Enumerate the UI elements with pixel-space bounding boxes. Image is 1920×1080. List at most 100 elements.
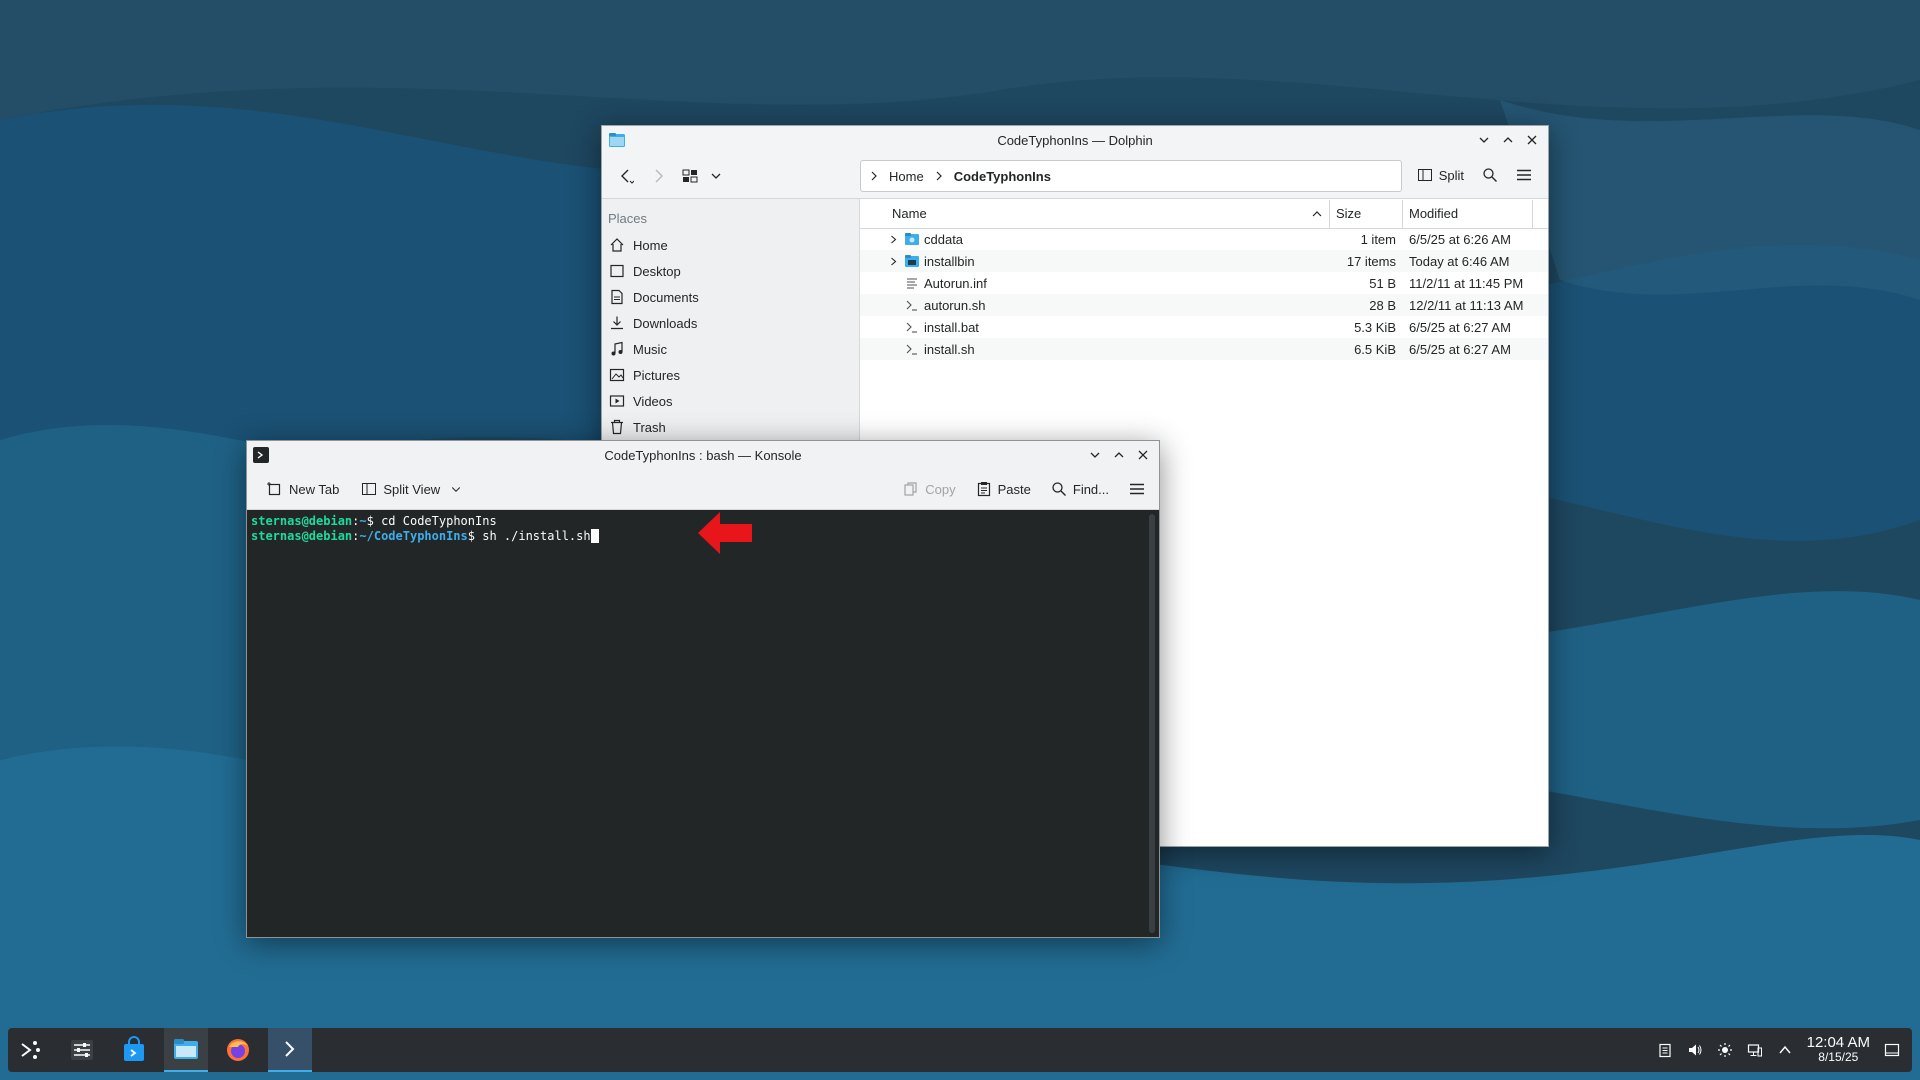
show-desktop-icon[interactable] (1884, 1042, 1900, 1058)
file-row-autorun-inf[interactable]: Autorun.inf 51 B 11/2/11 at 11:45 PM (860, 272, 1548, 294)
dolphin-taskbar-button[interactable] (164, 1028, 208, 1072)
file-name: autorun.sh (924, 297, 986, 313)
place-label: Videos (633, 393, 673, 409)
forward-button[interactable] (644, 162, 672, 190)
file-row-install-bat[interactable]: install.bat 5.3 KiB 6/5/25 at 6:27 AM (860, 316, 1548, 338)
maximize-button[interactable] (1498, 130, 1518, 150)
text-file-icon (904, 275, 920, 291)
discover-store-button[interactable] (112, 1028, 156, 1072)
dolphin-title: CodeTyphonIns — Dolphin (997, 132, 1153, 148)
brightness-icon[interactable] (1717, 1042, 1733, 1058)
file-modified: 12/2/11 at 11:13 AM (1409, 297, 1524, 313)
split-button[interactable]: Split (1411, 162, 1470, 188)
find-label: Find... (1072, 481, 1109, 497)
place-label: Trash (633, 419, 666, 435)
file-size: 28 B (1369, 297, 1396, 313)
app-launcher-icon (21, 1041, 40, 1059)
column-header-size[interactable]: Size (1330, 199, 1403, 228)
desktop-icon (610, 264, 624, 278)
place-documents[interactable]: Documents (602, 284, 859, 310)
file-modified: Today at 6:46 AM (1409, 253, 1510, 269)
konsole-taskbar-button[interactable] (268, 1028, 312, 1072)
volume-icon[interactable] (1687, 1042, 1703, 1058)
column-header-modified[interactable]: Modified (1403, 199, 1533, 228)
file-row-install-sh[interactable]: install.sh 6.5 KiB 6/5/25 at 6:27 AM (860, 338, 1548, 360)
clipboard-icon[interactable] (1657, 1042, 1673, 1058)
place-desktop[interactable]: Desktop (602, 258, 859, 284)
prompt-user: sternas@debian (251, 529, 353, 543)
place-label: Home (633, 237, 668, 253)
place-music[interactable]: Music (602, 336, 859, 362)
file-row-autorun-sh[interactable]: autorun.sh 28 B 12/2/11 at 11:13 AM (860, 294, 1548, 316)
chevron-up-icon[interactable] (1777, 1042, 1793, 1058)
view-mode-icon[interactable] (676, 162, 704, 190)
music-icon (611, 341, 623, 356)
find-button[interactable]: Find... (1045, 476, 1115, 502)
file-row-cddata[interactable]: cddata 1 item 6/5/25 at 6:26 AM (860, 228, 1548, 250)
hamburger-menu-button[interactable] (1123, 476, 1151, 502)
view-mode-dropdown-icon[interactable] (708, 162, 724, 190)
firefox-taskbar-button[interactable] (216, 1028, 260, 1072)
place-trash[interactable]: Trash (602, 414, 859, 440)
minimize-button[interactable] (1474, 130, 1494, 150)
pictures-icon (609, 368, 625, 382)
column-header-name[interactable]: Name (886, 199, 1330, 228)
search-button[interactable] (1476, 162, 1504, 188)
network-icon[interactable] (1747, 1042, 1763, 1058)
home-icon (610, 238, 624, 252)
terminal-output[interactable]: sternas@debian:~$ cd CodeTyphonIns stern… (247, 510, 1159, 937)
maximize-button[interactable] (1109, 445, 1129, 465)
breadcrumb-home[interactable]: Home (885, 167, 928, 186)
column-size-label: Size (1336, 206, 1362, 221)
paste-button[interactable]: Paste (970, 476, 1037, 502)
clock-time: 12:04 AM (1806, 1034, 1870, 1051)
breadcrumb-current[interactable]: CodeTyphonIns (950, 167, 1055, 186)
file-modified: 11/2/11 at 11:45 PM (1409, 275, 1524, 291)
firefox-icon (227, 1039, 249, 1061)
place-label: Desktop (633, 263, 681, 279)
file-name: installbin (924, 253, 975, 269)
new-tab-icon (267, 482, 281, 496)
new-tab-button[interactable]: New Tab (261, 476, 345, 502)
settings-sliders-icon (71, 1040, 93, 1060)
clock-date: 8/15/25 (1818, 1050, 1859, 1064)
terminal-scrollbar[interactable] (1149, 514, 1155, 933)
close-button[interactable] (1133, 445, 1153, 465)
prompt-user: sternas@debian (251, 514, 353, 528)
konsole-title: CodeTyphonIns : bash — Konsole (604, 447, 802, 463)
split-view-button[interactable]: Split View (355, 476, 468, 502)
file-modified: 6/5/25 at 6:27 AM (1409, 319, 1511, 335)
place-pictures[interactable]: Pictures (602, 362, 859, 388)
paste-icon (977, 482, 990, 497)
back-button[interactable] (612, 162, 640, 190)
copy-button[interactable]: Copy (897, 476, 961, 502)
prompt-path: ~/CodeTyphonIns (359, 529, 468, 543)
file-size: 17 items (1346, 253, 1396, 269)
folder-app-icon (608, 131, 626, 149)
split-view-icon (362, 483, 377, 495)
close-button[interactable] (1522, 130, 1542, 150)
hamburger-menu-button[interactable] (1510, 162, 1538, 188)
expand-chevron-icon[interactable] (886, 232, 900, 246)
place-downloads[interactable]: Downloads (602, 310, 859, 336)
place-videos[interactable]: Videos (602, 388, 859, 414)
chevron-right-icon (869, 169, 879, 184)
column-name-label: Name (892, 206, 927, 221)
file-name: install.bat (924, 319, 979, 335)
file-size: 6.5 KiB (1354, 341, 1396, 357)
clock[interactable]: 12:04 AM 8/15/25 (1807, 1035, 1870, 1065)
location-breadcrumb[interactable]: Home CodeTyphonIns (860, 160, 1402, 192)
dolphin-titlebar[interactable]: CodeTyphonIns — Dolphin (602, 126, 1548, 154)
minimize-button[interactable] (1085, 445, 1105, 465)
app-launcher-button[interactable] (8, 1028, 52, 1072)
place-home[interactable]: Home (602, 232, 859, 258)
file-row-installbin[interactable]: installbin 17 items Today at 6:46 AM (860, 250, 1548, 272)
split-label: Split (1438, 167, 1464, 183)
script-file-icon (904, 297, 920, 313)
expand-chevron-icon[interactable] (886, 254, 900, 268)
system-settings-button[interactable] (60, 1028, 104, 1072)
terminal-icon (285, 1041, 295, 1057)
prompt-symbol: $ (366, 514, 382, 528)
search-icon (1052, 482, 1066, 496)
konsole-titlebar[interactable]: CodeTyphonIns : bash — Konsole (247, 441, 1159, 469)
